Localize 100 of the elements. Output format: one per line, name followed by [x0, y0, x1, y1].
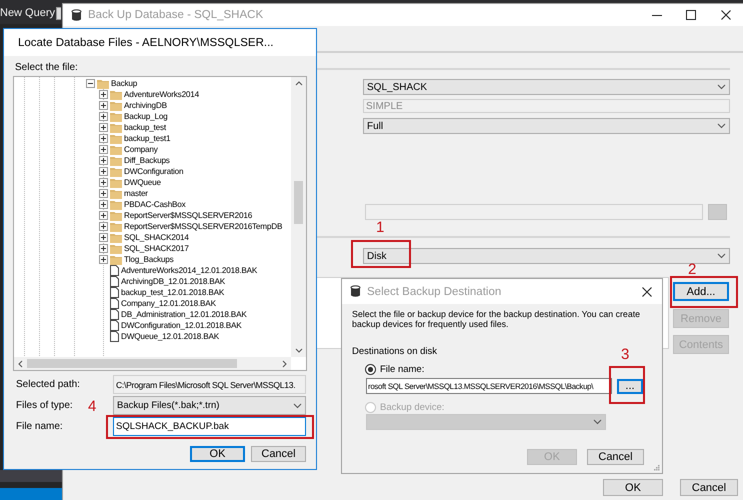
scroll-left-icon[interactable] — [18, 360, 23, 368]
scroll-down-icon[interactable] — [294, 348, 302, 353]
prompt-label: Select the file: — [15, 62, 78, 73]
tree-item[interactable]: AdventureWorks2014_12.01.2018.BAK — [121, 266, 258, 275]
browse-button[interactable]: ... — [617, 378, 643, 394]
chevron-down-icon — [717, 123, 726, 129]
tree-item[interactable]: ArchivingDB_12.01.2018.BAK — [121, 277, 226, 286]
cancel-button[interactable]: Cancel — [680, 479, 738, 496]
tree-item[interactable]: Company — [124, 145, 158, 154]
tree-item[interactable]: Tlog_Backups — [124, 255, 174, 264]
folder-icon — [110, 222, 122, 232]
cancel-button[interactable]: Cancel — [251, 446, 306, 462]
window-title: Back Up Database - SQL_SHACK — [88, 9, 264, 21]
file-icon — [110, 276, 119, 287]
chevron-down-icon — [593, 419, 602, 425]
expand-icon[interactable] — [99, 90, 108, 99]
tree-item[interactable]: DWQueue — [124, 178, 161, 187]
radio-button[interactable] — [365, 364, 376, 375]
ok-button[interactable]: OK — [603, 479, 663, 496]
expand-icon[interactable] — [99, 167, 108, 176]
folder-icon — [97, 78, 109, 88]
file-name-field[interactable]: SQLSHACK_BACKUP.bak — [113, 417, 306, 436]
scrollbar-thumb[interactable] — [27, 359, 237, 368]
folder-icon — [110, 134, 122, 144]
expand-icon[interactable] — [99, 178, 108, 187]
chevron-down-icon — [717, 84, 726, 90]
tree-item[interactable]: Backup_Log — [124, 112, 168, 121]
expand-icon[interactable] — [99, 233, 108, 242]
expand-icon[interactable] — [99, 211, 108, 220]
add-button[interactable]: Add... — [673, 282, 729, 301]
tree-item[interactable]: SQL_SHACK2014 — [124, 233, 189, 242]
cancel-button[interactable]: Cancel — [587, 449, 644, 465]
tree-item[interactable]: Diff_Backups — [124, 156, 170, 165]
dropdown[interactable]: Full — [363, 118, 730, 134]
tree-item[interactable]: backup_test — [124, 123, 166, 132]
highlight-frame — [351, 240, 411, 268]
collapse-icon[interactable] — [86, 79, 95, 88]
folder-icon — [110, 144, 122, 154]
tree-item[interactable]: PBDAC-CashBox — [124, 200, 186, 209]
maximize-button[interactable] — [686, 10, 696, 20]
tree-item[interactable]: backup_test1 — [124, 134, 170, 143]
expand-icon[interactable] — [99, 145, 108, 154]
status-bar — [0, 488, 62, 500]
dropdown[interactable]: SQL_SHACK — [363, 79, 730, 95]
close-button[interactable] — [721, 10, 731, 20]
tree-item[interactable]: DWQueue_12.01.2018.BAK — [121, 332, 220, 341]
file-icon — [110, 287, 119, 298]
expand-icon[interactable] — [99, 255, 108, 264]
folder-icon — [110, 178, 122, 188]
tree-item[interactable]: DWConfiguration — [124, 167, 184, 176]
step-number: 1 — [376, 221, 384, 234]
tree-item[interactable]: DB_Administration_12.01.2018.BAK — [121, 310, 247, 319]
folder-icon — [110, 156, 122, 166]
ok-button[interactable]: OK — [190, 446, 245, 462]
resize-grip-icon[interactable] — [653, 464, 660, 471]
window-title: Locate Database Files - AELNORY\MSSQLSER... — [18, 36, 274, 48]
expand-icon[interactable] — [99, 134, 108, 143]
step-number: 3 — [621, 348, 630, 361]
tree-item[interactable]: backup_test_12.01.2018.BAK — [121, 288, 224, 297]
new-query-button[interactable]: New Query — [0, 7, 56, 19]
expand-icon[interactable] — [99, 200, 108, 209]
tree-item[interactable]: Company_12.01.2018.BAK — [121, 299, 216, 308]
folder-icon — [110, 232, 122, 242]
selected-path-field[interactable]: C:\Program Files\Microsoft SQL Server\MSSQL13. — [113, 375, 306, 394]
tree-item[interactable]: Backup — [111, 79, 138, 88]
close-button[interactable] — [642, 286, 652, 296]
chevron-down-icon — [717, 253, 726, 259]
tree-item[interactable]: ReportServer$MSSQLSERVER2016TempDB — [124, 222, 282, 231]
scrollbar-thumb[interactable] — [294, 181, 303, 224]
option-label: File name: — [380, 364, 424, 375]
folder-icon — [110, 100, 122, 110]
tree-item[interactable]: master — [124, 189, 148, 198]
tree-item[interactable]: DWConfiguration_12.01.2018.BAK — [121, 321, 242, 330]
highlight-frame — [609, 366, 645, 404]
file-icon — [110, 320, 119, 331]
file-type-dropdown[interactable]: Backup Files(*.bak;*.trn) — [113, 396, 306, 415]
tree-item[interactable]: ReportServer$MSSQLSERVER2016 — [124, 211, 252, 220]
folder-icon — [110, 166, 122, 176]
folder-icon — [110, 200, 122, 210]
tree-item[interactable]: AdventureWorks2014 — [124, 90, 199, 99]
dropdown[interactable]: Disk — [363, 248, 730, 264]
description-text: Select the file or backup device for the backup destination. You can create backup devices for frequently used files. — [352, 309, 642, 329]
window-title: Select Backup Destination — [367, 286, 502, 298]
file-icon — [110, 298, 119, 309]
tree-item[interactable]: SQL_SHACK2017 — [124, 244, 189, 253]
expand-icon[interactable] — [99, 156, 108, 165]
chevron-down-icon — [293, 402, 302, 408]
expand-icon[interactable] — [99, 222, 108, 231]
scroll-right-icon[interactable] — [282, 360, 287, 368]
scroll-up-icon[interactable] — [294, 81, 302, 86]
option-label: Backup device: — [380, 402, 444, 413]
expand-icon[interactable] — [99, 123, 108, 132]
file-icon — [110, 309, 119, 320]
expand-icon[interactable] — [99, 244, 108, 253]
folder-icon — [110, 254, 122, 264]
tree-item[interactable]: ArchivingDB — [124, 101, 167, 110]
expand-icon[interactable] — [99, 101, 108, 110]
expand-icon[interactable] — [99, 189, 108, 198]
expand-icon[interactable] — [99, 112, 108, 121]
field-label: Files of type: — [16, 400, 73, 411]
